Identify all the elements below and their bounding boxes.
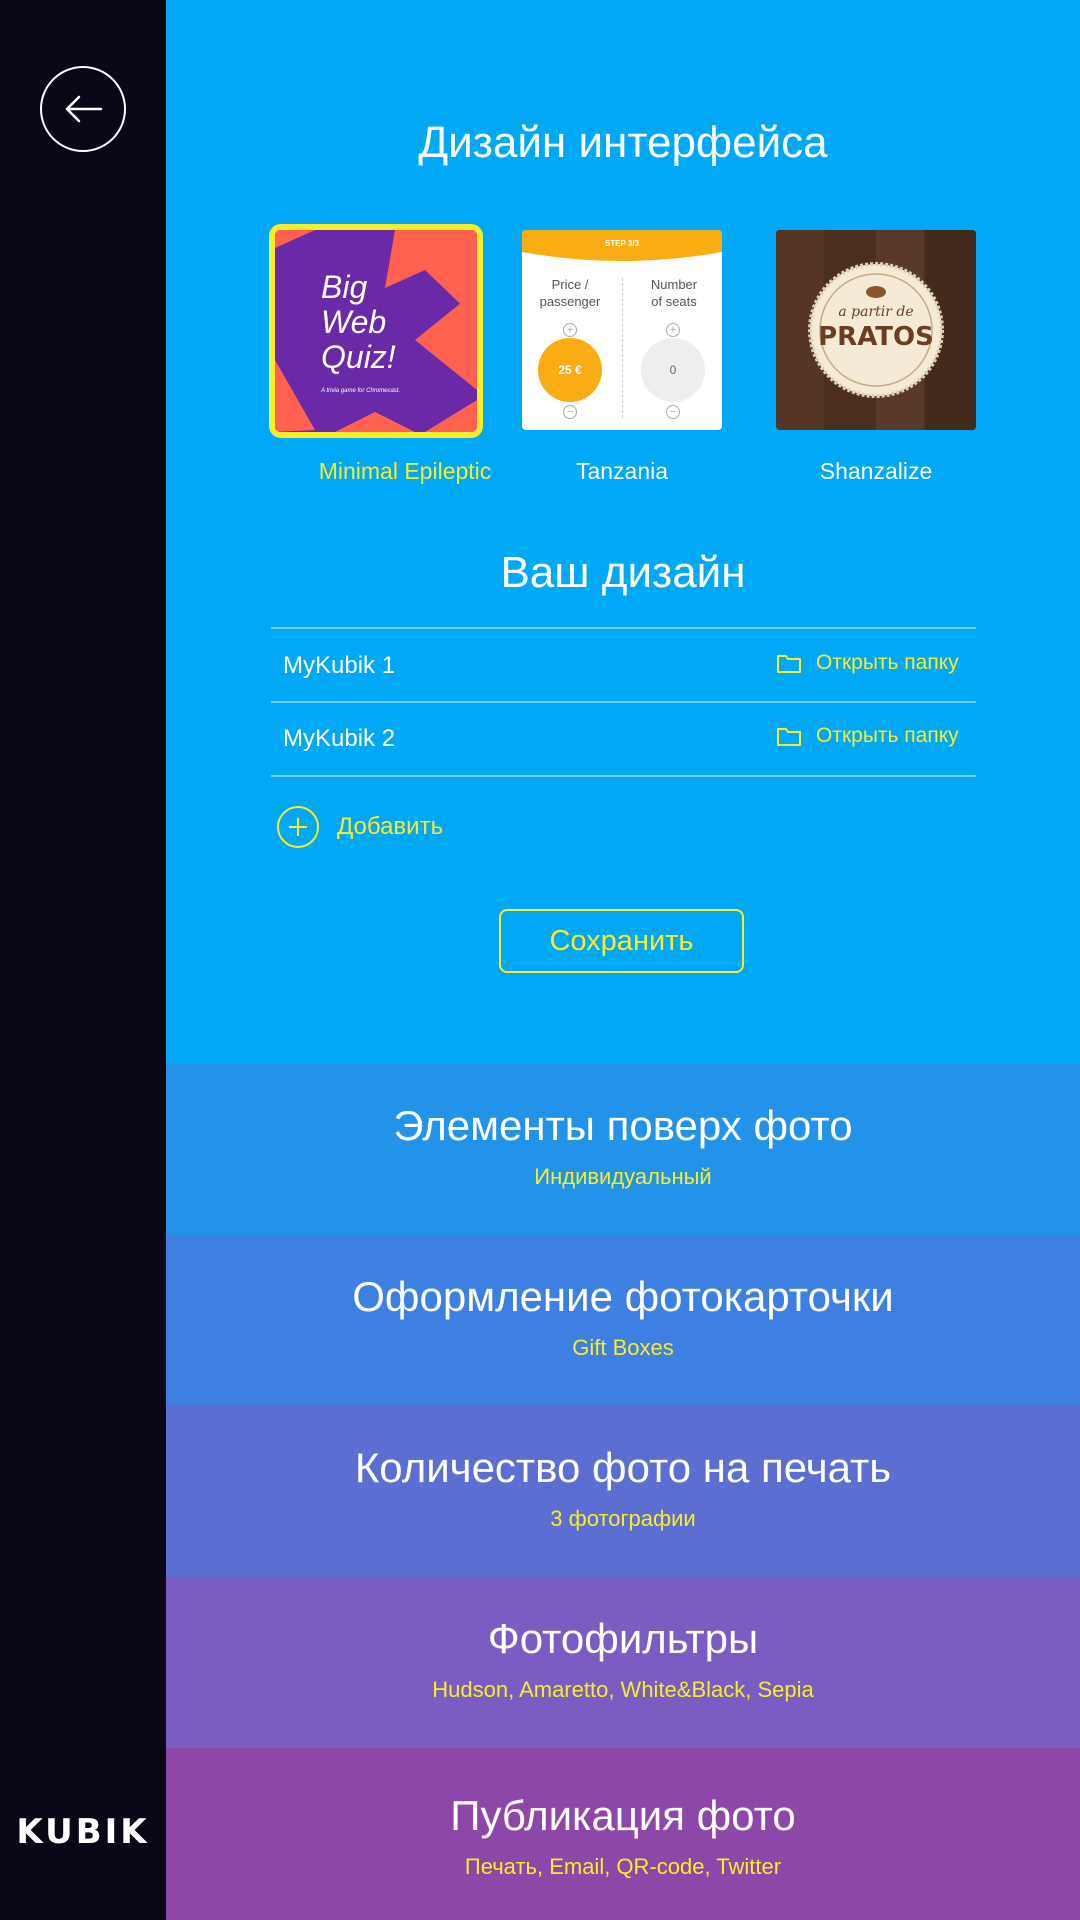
divider: [271, 627, 976, 629]
price-label: Price / passenger: [539, 277, 601, 309]
design-title: Дизайн интерфейса: [418, 118, 828, 167]
theme-thumb-shanzalize[interactable]: a partir de PRATOS: [776, 230, 976, 430]
section-photo-publishing[interactable]: Публикация фото Печать, Email, QR-code, …: [166, 1748, 1080, 1920]
save-button[interactable]: Сохранить: [499, 909, 744, 973]
open-folder-label: Открыть папку: [816, 724, 959, 747]
section-subtitle: Gift Boxes: [572, 1335, 674, 1360]
shanzalize-logo-text: PRATOS: [818, 322, 934, 352]
shanzalize-tagline: a partir de: [838, 304, 914, 320]
section-photo-filters[interactable]: Фотофильтры Hudson, Amaretto, White&Blac…: [166, 1577, 1080, 1748]
theme-label-shanzalize[interactable]: Shanzalize: [746, 458, 1006, 485]
folder-icon: [777, 655, 801, 673]
section-subtitle: 3 фотографии: [550, 1506, 696, 1531]
section-subtitle: Hudson, Amaretto, White&Black, Sepia: [432, 1677, 814, 1702]
design-panel: Дизайн интерфейса Big Web Quiz! A trivia…: [166, 0, 1080, 1064]
theme-thumb-minimal-epileptic[interactable]: Big Web Quiz! A trivia game for Chromeca…: [269, 224, 483, 438]
add-label: Добавить: [337, 813, 444, 840]
kubik-logo: KUBIK: [16, 1812, 150, 1852]
sidebar: KUBIK: [0, 0, 166, 1920]
section-subtitle: Индивидуальный: [534, 1164, 712, 1189]
plus-icon: +: [563, 323, 577, 337]
seats-value: 0: [641, 338, 705, 402]
your-design-title: Ваш дизайн: [500, 548, 746, 597]
folder-icon: [777, 728, 801, 746]
minus-icon: −: [563, 405, 577, 419]
minus-icon: −: [666, 405, 680, 419]
open-folder-button[interactable]: Открыть папку: [776, 724, 959, 748]
section-title: Публикация фото: [450, 1792, 796, 1839]
back-button[interactable]: [40, 66, 126, 152]
section-title: Количество фото на печать: [354, 1444, 892, 1491]
section-print-count[interactable]: Количество фото на печать 3 фотографии: [166, 1406, 1080, 1577]
quiz-title-text: Big Web Quiz!: [321, 269, 396, 375]
section-photo-card-design[interactable]: Оформление фотокарточки Gift Boxes: [166, 1235, 1080, 1406]
plus-icon: +: [666, 323, 680, 337]
arrow-left-icon: [65, 95, 103, 123]
plus-circle-icon: [277, 806, 319, 848]
open-folder-button[interactable]: Открыть папку: [776, 651, 959, 675]
section-title: Элементы поверх фото: [393, 1102, 853, 1149]
step-label: STEP 3/3: [604, 239, 640, 248]
add-design-button[interactable]: Добавить: [277, 806, 443, 848]
section-title: Фотофильтры: [487, 1615, 759, 1662]
open-folder-label: Открыть папку: [816, 651, 959, 674]
section-title: Оформление фотокарточки: [352, 1273, 894, 1320]
theme-label-tanzania[interactable]: Tanzania: [492, 458, 752, 485]
theme-thumb-tanzania[interactable]: STEP 3/3 Price / passenger Number of sea…: [522, 230, 722, 430]
divider: [622, 278, 623, 418]
quiz-caption: A trivia game for Chromecast.: [321, 388, 401, 394]
design-item-name[interactable]: MyKubik 1: [283, 652, 395, 680]
divider: [271, 701, 976, 703]
divider: [271, 775, 976, 777]
seats-label: Number of seats: [650, 277, 698, 309]
section-subtitle: Печать, Email, QR-code, Twitter: [464, 1854, 782, 1879]
design-item-name[interactable]: MyKubik 2: [283, 725, 395, 753]
main-panel: Дизайн интерфейса Big Web Quiz! A trivia…: [166, 0, 1080, 1920]
section-photo-overlays[interactable]: Элементы поверх фото Индивидуальный: [166, 1064, 1080, 1235]
price-value: 25 €: [538, 338, 602, 402]
